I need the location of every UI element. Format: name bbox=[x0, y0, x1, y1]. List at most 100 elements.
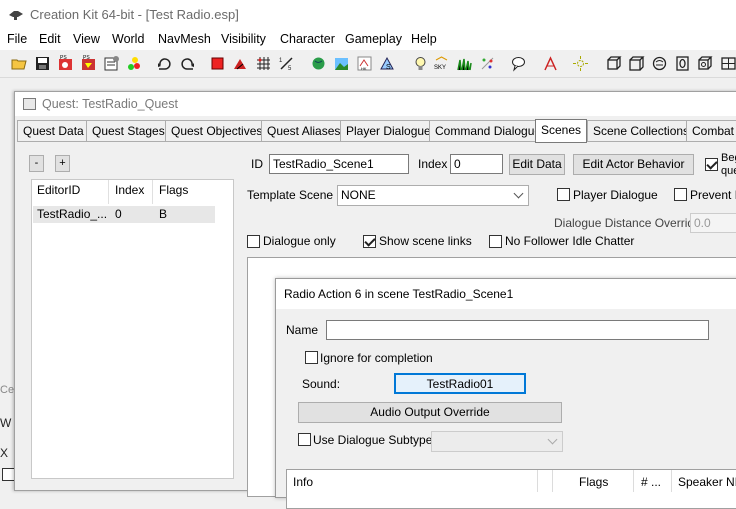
column-editorid[interactable]: EditorID bbox=[37, 183, 80, 197]
render-window-icon[interactable] bbox=[209, 55, 226, 72]
particles-icon[interactable] bbox=[479, 55, 496, 72]
undo-icon[interactable] bbox=[156, 55, 173, 72]
tab-quest-data[interactable]: Quest Data bbox=[17, 120, 90, 142]
menu-world[interactable]: World bbox=[112, 32, 144, 46]
grass-icon[interactable] bbox=[456, 55, 473, 72]
open-folder-icon[interactable] bbox=[11, 55, 28, 72]
tab-quest-stages[interactable]: Quest Stages bbox=[86, 120, 171, 142]
menu-bar: File Edit View World NavMesh Visibility … bbox=[0, 30, 736, 50]
menu-navmesh[interactable]: NavMesh bbox=[158, 32, 211, 46]
tab-command-dialogue[interactable]: Command Dialogue bbox=[429, 120, 548, 142]
sound-picker-button[interactable]: TestRadio01 bbox=[394, 373, 526, 394]
speech-icon[interactable] bbox=[510, 55, 527, 72]
grid-icon[interactable] bbox=[255, 55, 272, 72]
no-follower-chatter-label: No Follower Idle Chatter bbox=[505, 234, 635, 248]
marker-icon[interactable] bbox=[542, 55, 559, 72]
column-divider[interactable] bbox=[152, 180, 153, 204]
globe-icon[interactable] bbox=[310, 55, 327, 72]
radio-action-titlebar: Radio Action 6 in scene TestRadio_Scene1 bbox=[276, 279, 736, 309]
tab-scene-collections[interactable]: Scene Collections bbox=[587, 120, 696, 142]
use-dialogue-subtype-checkbox[interactable] bbox=[298, 433, 311, 446]
preferences-icon[interactable]: PS bbox=[57, 55, 74, 72]
name-label: Name bbox=[286, 323, 319, 337]
template-scene-dropdown[interactable]: NONE bbox=[337, 185, 529, 206]
edit-actor-behavior-button[interactable]: Edit Actor Behavior bbox=[573, 154, 694, 175]
ignore-completion-checkbox[interactable] bbox=[305, 351, 318, 364]
svg-text:5: 5 bbox=[288, 66, 292, 72]
background-window-close[interactable]: X bbox=[0, 446, 8, 460]
scene-id-field[interactable]: TestRadio_Scene1 bbox=[269, 154, 409, 174]
save-icon[interactable] bbox=[34, 55, 51, 72]
info-list[interactable]: Info Flags # ... Speaker NPC bbox=[286, 469, 736, 509]
ignore-completion-label: Ignore for completion bbox=[320, 351, 433, 365]
column-count[interactable]: # ... bbox=[641, 475, 661, 489]
cube-icon[interactable] bbox=[605, 55, 622, 72]
light-icon[interactable] bbox=[412, 55, 429, 72]
no-follower-chatter-checkbox[interactable] bbox=[489, 235, 502, 248]
audio-output-override-button[interactable]: Audio Output Override bbox=[298, 402, 562, 423]
scene-index-field[interactable]: 0 bbox=[450, 154, 503, 174]
havok-icon[interactable]: HK bbox=[356, 55, 373, 72]
menu-view[interactable]: View bbox=[73, 32, 100, 46]
column-flags[interactable]: Flags bbox=[159, 183, 188, 197]
table-row[interactable]: TestRadio_... 0 B bbox=[33, 206, 215, 223]
prevent-checkbox[interactable] bbox=[674, 188, 687, 201]
menu-file[interactable]: File bbox=[7, 32, 27, 46]
edit-data-button[interactable]: Edit Data bbox=[509, 154, 565, 175]
svg-text:S: S bbox=[386, 64, 391, 71]
tab-scenes[interactable]: Scenes bbox=[535, 119, 588, 143]
row-index: 0 bbox=[115, 207, 122, 221]
tab-player-dialogue[interactable]: Player Dialogue bbox=[340, 120, 437, 142]
terrain-icon[interactable] bbox=[232, 55, 249, 72]
menu-character[interactable]: Character bbox=[280, 32, 335, 46]
snap-icon[interactable]: 15 bbox=[278, 55, 295, 72]
zero-icon[interactable] bbox=[674, 55, 691, 72]
prevent-label: Prevent F bbox=[690, 188, 736, 202]
svg-text:HK: HK bbox=[361, 66, 367, 71]
tab-quest-objectives[interactable]: Quest Objectives bbox=[165, 120, 269, 142]
menu-help[interactable]: Help bbox=[411, 32, 437, 46]
save-plugin-icon[interactable]: PS bbox=[80, 55, 97, 72]
menu-edit[interactable]: Edit bbox=[39, 32, 61, 46]
cube-outline-icon[interactable] bbox=[697, 55, 714, 72]
column-info[interactable]: Info bbox=[293, 475, 313, 489]
object-window-icon[interactable] bbox=[103, 55, 120, 72]
quest-window-titlebar: Quest: TestRadio_Quest bbox=[15, 92, 736, 116]
column-divider[interactable] bbox=[108, 180, 109, 204]
dialogue-distance-field[interactable]: 0.0 bbox=[690, 213, 736, 233]
landscape-icon[interactable] bbox=[333, 55, 350, 72]
navmesh-icon[interactable]: S bbox=[379, 55, 396, 72]
template-scene-value: NONE bbox=[341, 188, 376, 202]
fog-icon[interactable] bbox=[572, 55, 589, 72]
tab-combat[interactable]: Combat bbox=[686, 120, 736, 142]
scene-list[interactable]: EditorID Index Flags TestRadio_... 0 B bbox=[31, 179, 234, 479]
player-dialogue-label: Player Dialogue bbox=[573, 188, 658, 202]
name-field[interactable] bbox=[326, 320, 709, 340]
add-scene-button[interactable]: + bbox=[55, 155, 70, 172]
tab-quest-aliases[interactable]: Quest Aliases bbox=[261, 120, 347, 142]
sky-icon[interactable]: SKY bbox=[433, 55, 450, 72]
svg-text:1: 1 bbox=[279, 58, 283, 64]
begin-on-quest-start-checkbox[interactable] bbox=[705, 158, 718, 171]
remove-scene-button[interactable]: - bbox=[29, 155, 44, 172]
dialogue-subtype-dropdown[interactable] bbox=[431, 431, 563, 452]
player-dialogue-checkbox[interactable] bbox=[557, 188, 570, 201]
dialogue-distance-label: Dialogue Distance Override bbox=[554, 216, 701, 230]
box-icon[interactable] bbox=[628, 55, 645, 72]
column-flags[interactable]: Flags bbox=[579, 475, 608, 489]
column-index[interactable]: Index bbox=[115, 183, 144, 197]
dialogue-only-checkbox[interactable] bbox=[247, 235, 260, 248]
menu-visibility[interactable]: Visibility bbox=[221, 32, 266, 46]
menu-gameplay[interactable]: Gameplay bbox=[345, 32, 402, 46]
svg-text:PS: PS bbox=[60, 55, 67, 61]
rectangle-icon[interactable] bbox=[720, 55, 736, 72]
dialogue-only-label: Dialogue only bbox=[263, 234, 336, 248]
column-speaker-npc[interactable]: Speaker NPC bbox=[678, 475, 736, 489]
use-dialogue-subtype-label: Use Dialogue Subtype bbox=[313, 433, 433, 447]
chevron-down-icon bbox=[513, 188, 524, 199]
color-tool-icon[interactable] bbox=[126, 55, 143, 72]
redo-icon[interactable] bbox=[179, 55, 196, 72]
show-scene-links-checkbox[interactable] bbox=[363, 235, 376, 248]
sphere-icon[interactable] bbox=[651, 55, 668, 72]
row-editorid: TestRadio_... bbox=[37, 207, 108, 221]
